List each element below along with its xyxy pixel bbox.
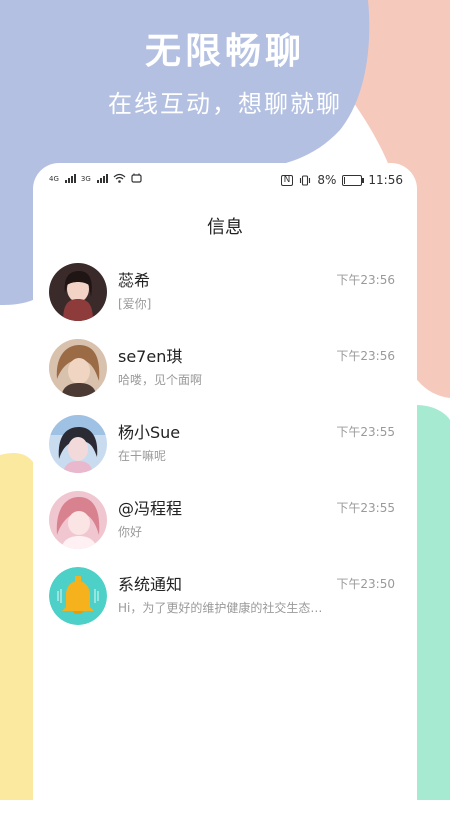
message-preview: [爱你] [118,297,152,311]
message-preview: 你好 [118,525,143,539]
battery-percent: 8% [317,173,337,187]
avatar[interactable] [49,415,107,473]
status-right: N 8% 11:56 [280,173,403,187]
status-bar: 4G 3G N 8% 11:56 [33,163,417,197]
avatar[interactable] [49,339,107,397]
contact-name: 杨小Sue [118,423,181,442]
conversation-item[interactable]: se7en琪 哈喽，见个面啊 下午23:56 [33,335,417,411]
battery-icon [342,174,365,186]
avatar[interactable] [49,491,107,549]
conversation-item[interactable]: @冯程程 你好 下午23:55 [33,487,417,563]
message-time: 下午23:56 [336,273,395,287]
wifi-icon [113,173,126,183]
yellow-blob [0,452,33,800]
contact-name: 系统通知 [118,575,183,594]
signal-icon [96,173,108,183]
conversation-item[interactable]: 杨小Sue 在干嘛呢 下午23:55 [33,411,417,487]
message-time: 下午23:55 [336,501,395,515]
message-preview: 哈喽，见个面啊 [118,373,203,387]
contact-name: se7en琪 [118,347,183,366]
avatar[interactable] [49,263,107,321]
battery-fill [344,176,346,184]
conversation-item-system[interactable]: 系统通知 Hi，为了更好的维护健康的社交生态… 下午23:50 [33,563,417,639]
message-time: 下午23:56 [336,349,395,363]
hero-title: 无限畅聊 [144,31,305,72]
mint-blob [417,405,450,800]
hero-subtitle: 在线互动，想聊就聊 [108,90,342,118]
system-notification-avatar[interactable] [49,567,107,625]
conversation-item[interactable]: 蕊希 [爱你] 下午23:56 [33,259,417,335]
signal-icon [64,173,76,183]
nfc-icon: N [280,174,294,186]
conversation-list: 蕊希 [爱你] 下午23:56 se7en琪 哈喽，见个面啊 下午23:56 杨… [33,259,417,639]
network-type-2: 3G [80,175,91,183]
message-time: 下午23:55 [336,425,395,439]
vibrate-icon [300,174,311,186]
notification-app-icon [131,173,142,183]
message-preview: Hi，为了更好的维护健康的社交生态… [118,601,323,615]
status-left: 4G 3G [49,173,142,183]
message-preview: 在干嘛呢 [118,449,167,463]
phone-screen: 4G 3G N 8% 11:56 信息 蕊希 [爱你] 下午23:56 se7e… [33,163,417,823]
status-time: 11:56 [368,173,403,187]
network-type-1: 4G [49,175,59,183]
page-title: 信息 [207,217,243,238]
message-time: 下午23:50 [336,577,395,591]
contact-name: 蕊希 [118,271,151,290]
contact-name: @冯程程 [118,499,183,518]
